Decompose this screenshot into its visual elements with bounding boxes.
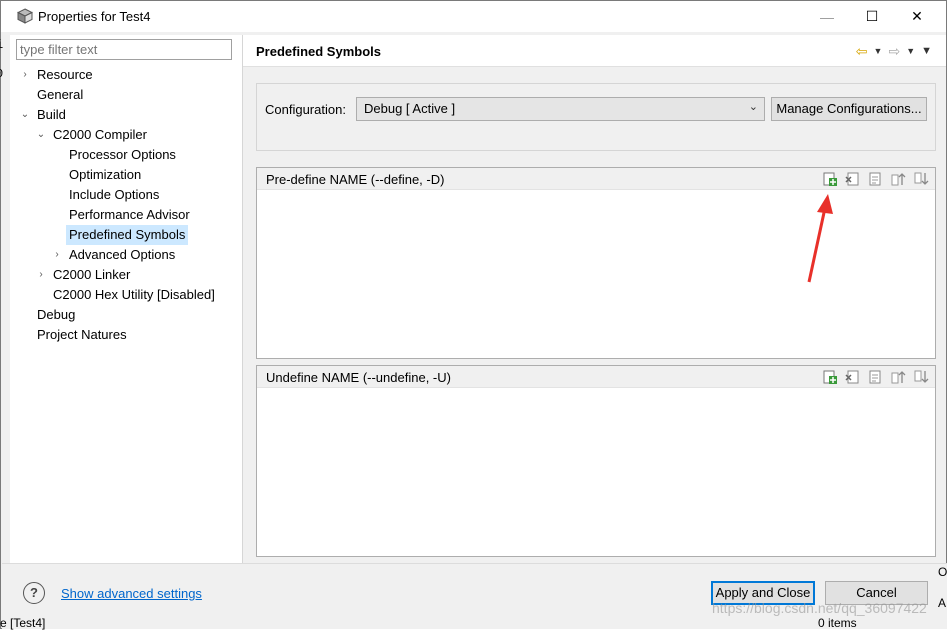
help-icon[interactable]: ? <box>23 582 45 604</box>
tree-item-performance-advisor[interactable]: Performance Advisor <box>69 205 190 225</box>
tree-item-advanced-options[interactable]: Advanced Options <box>69 245 175 265</box>
edit-icon[interactable] <box>868 369 884 385</box>
undefine-list[interactable]: Undefine NAME (--undefine, -U) <box>256 365 936 557</box>
tree-item-linker[interactable]: C2000 Linker <box>53 265 130 285</box>
background-text: O <box>938 565 947 579</box>
undefine-header: Undefine NAME (--undefine, -U) <box>257 366 935 388</box>
app-cube-icon <box>17 8 33 24</box>
navigation-pane: › Resource General ⌄ Build ⌄ C2000 Compi… <box>10 35 243 563</box>
predefine-toolbar <box>822 171 930 187</box>
delete-icon[interactable] <box>845 369 861 385</box>
page-title: Predefined Symbols <box>256 44 381 59</box>
window-title: Properties for Test4 <box>38 9 151 24</box>
tree-item-processor-options[interactable]: Processor Options <box>69 145 176 165</box>
tree-item-hex-utility[interactable]: C2000 Hex Utility [Disabled] <box>53 285 215 305</box>
configuration-value: Debug [ Active ] <box>364 101 456 116</box>
tree-item-compiler[interactable]: C2000 Compiler <box>53 125 147 145</box>
filter-input[interactable] <box>16 39 232 60</box>
background-text: i <box>0 38 3 52</box>
annotation-arrow <box>807 194 833 283</box>
view-menu-icon[interactable]: ▼ <box>921 45 932 57</box>
tree-item-build[interactable]: Build <box>37 105 66 125</box>
move-up-icon[interactable] <box>891 171 907 187</box>
show-advanced-settings-link[interactable]: Show advanced settings <box>61 586 202 601</box>
watermark: https://blog.csdn.net/qq_36097422 <box>712 600 927 616</box>
close-button[interactable]: ✕ <box>894 1 940 32</box>
background-text: 0 <box>0 67 3 81</box>
history-nav: ⇦ ▼ ⇨ ▼ ▼ <box>856 41 932 61</box>
undefine-toolbar <box>822 369 930 385</box>
collapse-chevron-icon[interactable]: ⌄ <box>20 105 30 125</box>
tree-item-optimization[interactable]: Optimization <box>69 165 141 185</box>
properties-dialog: Properties for Test4 — ☐ ✕ › Resource Ge… <box>0 0 947 629</box>
tree-item-include-options[interactable]: Include Options <box>69 185 159 205</box>
expand-chevron-icon[interactable]: › <box>36 265 46 285</box>
configuration-label: Configuration: <box>265 102 346 117</box>
configuration-group: Configuration: Debug [ Active ] ⌄ Manage… <box>256 83 936 151</box>
expand-chevron-icon[interactable]: › <box>52 245 62 265</box>
background-text: e [Test4] <box>0 616 46 630</box>
background-text: 0 items <box>818 616 857 630</box>
move-down-icon[interactable] <box>914 171 930 187</box>
collapse-chevron-icon[interactable]: ⌄ <box>36 125 46 145</box>
dialog-footer: ? Show advanced settings Apply and Close… <box>2 563 947 629</box>
expand-chevron-icon[interactable]: › <box>20 65 30 85</box>
tree-item-debug[interactable]: Debug <box>37 305 75 325</box>
add-icon[interactable] <box>822 171 838 187</box>
predefine-title: Pre-define NAME (--define, -D) <box>266 172 445 187</box>
manage-configurations-button[interactable]: Manage Configurations... <box>771 97 927 121</box>
configuration-select[interactable]: Debug [ Active ] ⌄ <box>356 97 765 121</box>
move-down-icon[interactable] <box>914 369 930 385</box>
background-text: A <box>938 596 947 610</box>
undefine-title: Undefine NAME (--undefine, -U) <box>266 370 451 385</box>
chevron-down-icon: ⌄ <box>748 101 758 113</box>
move-up-icon[interactable] <box>891 369 907 385</box>
maximize-button[interactable]: ☐ <box>849 1 895 32</box>
forward-dropdown-icon[interactable]: ▼ <box>906 46 915 56</box>
back-arrow-icon[interactable]: ⇦ <box>856 43 868 60</box>
back-dropdown-icon[interactable]: ▼ <box>874 46 883 56</box>
delete-icon[interactable] <box>845 171 861 187</box>
forward-arrow-icon[interactable]: ⇨ <box>888 43 900 60</box>
tree-item-resource[interactable]: Resource <box>37 65 93 85</box>
minimize-button[interactable]: — <box>804 1 850 32</box>
tree-item-project-natures[interactable]: Project Natures <box>37 325 127 345</box>
tree-item-general[interactable]: General <box>37 85 83 105</box>
page-header: Predefined Symbols ⇦ ▼ ⇨ ▼ ▼ <box>243 35 946 67</box>
title-bar: Properties for Test4 — ☐ ✕ <box>1 1 946 32</box>
tree-item-predefined-symbols[interactable]: Predefined Symbols <box>66 225 189 245</box>
content-pane: Predefined Symbols ⇦ ▼ ⇨ ▼ ▼ Configurati… <box>243 35 946 563</box>
edit-icon[interactable] <box>868 171 884 187</box>
add-icon[interactable] <box>822 369 838 385</box>
